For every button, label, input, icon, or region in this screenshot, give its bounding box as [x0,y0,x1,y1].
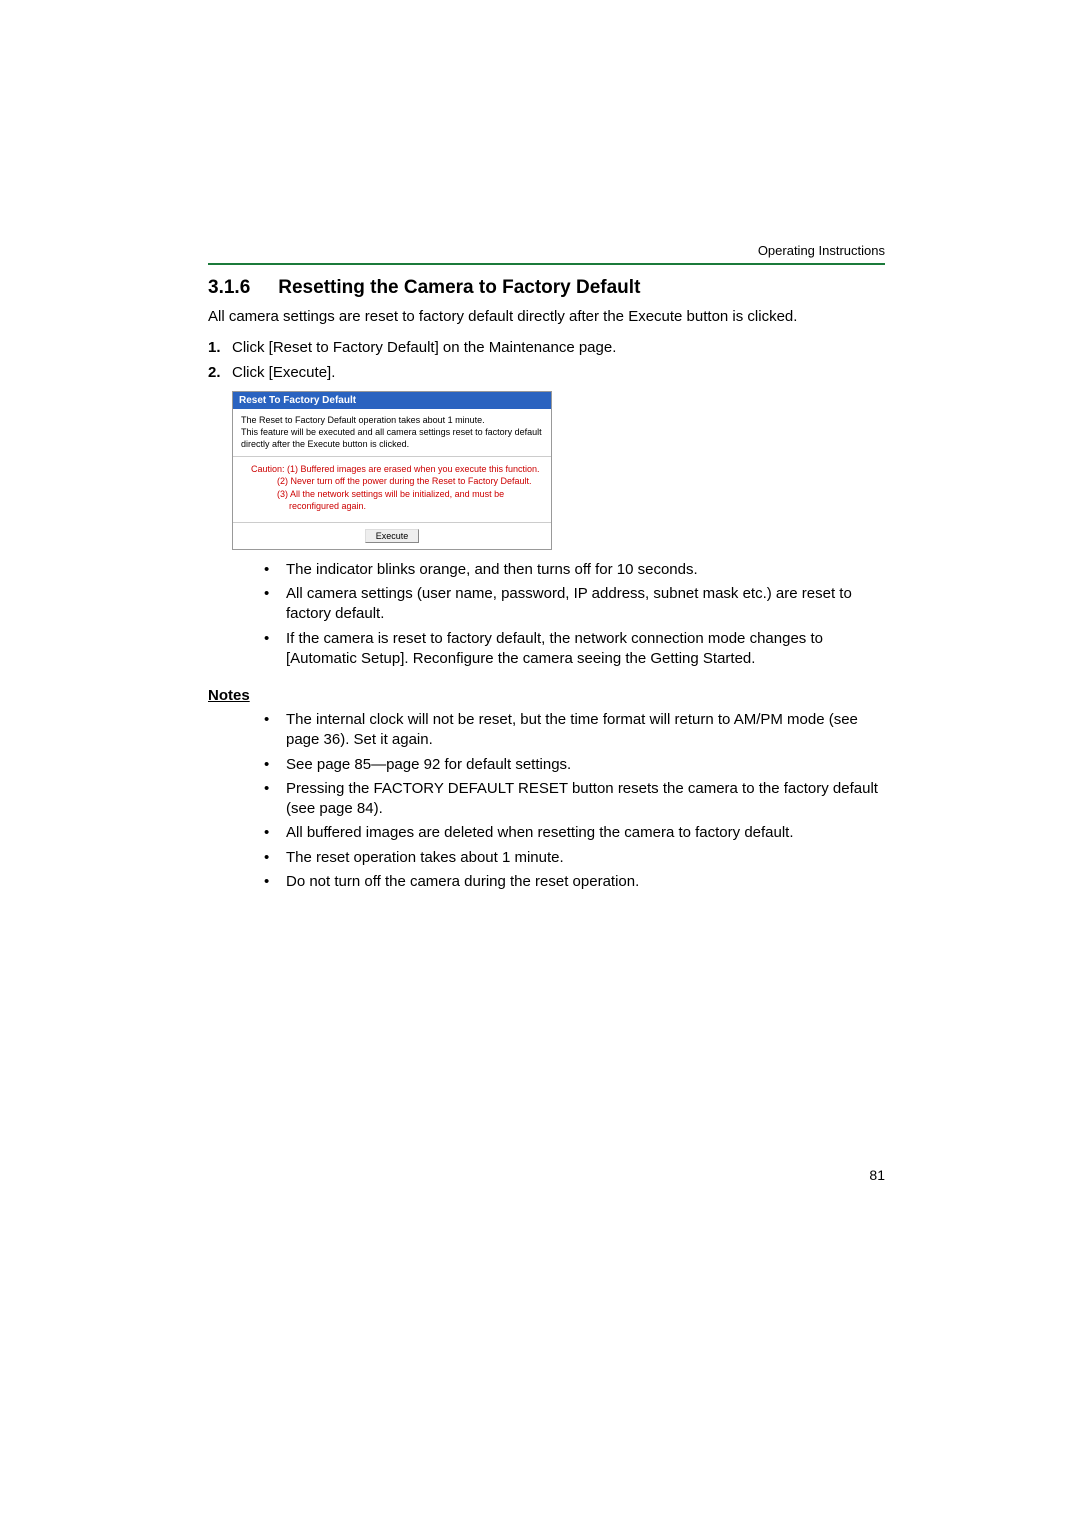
list-item: The reset operation takes about 1 minute… [264,848,885,868]
step-number: 1. [208,337,221,358]
reset-dialog: Reset To Factory Default The Reset to Fa… [232,391,552,550]
section-number: 3.1.6 [208,277,250,299]
list-item: The internal clock will not be reset, bu… [264,710,885,751]
caution-line-3: (3) All the network settings will be ini… [241,488,543,512]
post-steps-bullets: The indicator blinks orange, and then tu… [264,560,885,669]
notes-heading: Notes [208,687,885,704]
step-1: 1. Click [Reset to Factory Default] on th… [208,337,885,358]
dialog-title: Reset To Factory Default [233,392,551,409]
execute-button[interactable]: Execute [365,529,420,543]
caution-line-1: Caution: (1) Buffered images are erased … [241,463,543,475]
list-item: Pressing the FACTORY DEFAULT RESET butto… [264,779,885,820]
steps-list: 1. Click [Reset to Factory Default] on th… [208,337,885,383]
list-item: Do not turn off the camera during the re… [264,872,885,892]
dialog-body-line1: The Reset to Factory Default operation t… [241,415,543,427]
list-item: If the camera is reset to factory defaul… [264,629,885,670]
dialog-caution: Caution: (1) Buffered images are erased … [233,457,551,522]
step-2: 2. Click [Execute]. [208,362,885,383]
running-header: Operating Instructions [208,243,885,265]
notes-list: The internal clock will not be reset, bu… [264,710,885,892]
step-text: Click [Execute]. [232,364,335,381]
dialog-body-line2: This feature will be executed and all ca… [241,427,543,450]
caution-line-2: (2) Never turn off the power during the … [241,475,543,487]
page-number: 81 [869,1167,885,1183]
list-item: See page 85—page 92 for default settings… [264,755,885,775]
dialog-body: The Reset to Factory Default operation t… [233,409,551,457]
caution-label: Caution: [251,464,285,474]
step-number: 2. [208,362,221,383]
dialog-footer: Execute [233,522,551,549]
section-heading: 3.1.6 Resetting the Camera to Factory Def… [208,277,885,299]
step-text: Click [Reset to Factory Default] on the … [232,339,616,356]
list-item: All camera settings (user name, password… [264,584,885,625]
intro-paragraph: All camera settings are reset to factory… [208,307,885,327]
list-item: All buffered images are deleted when res… [264,823,885,843]
section-title-text: Resetting the Camera to Factory Default [278,277,640,298]
list-item: The indicator blinks orange, and then tu… [264,560,885,580]
